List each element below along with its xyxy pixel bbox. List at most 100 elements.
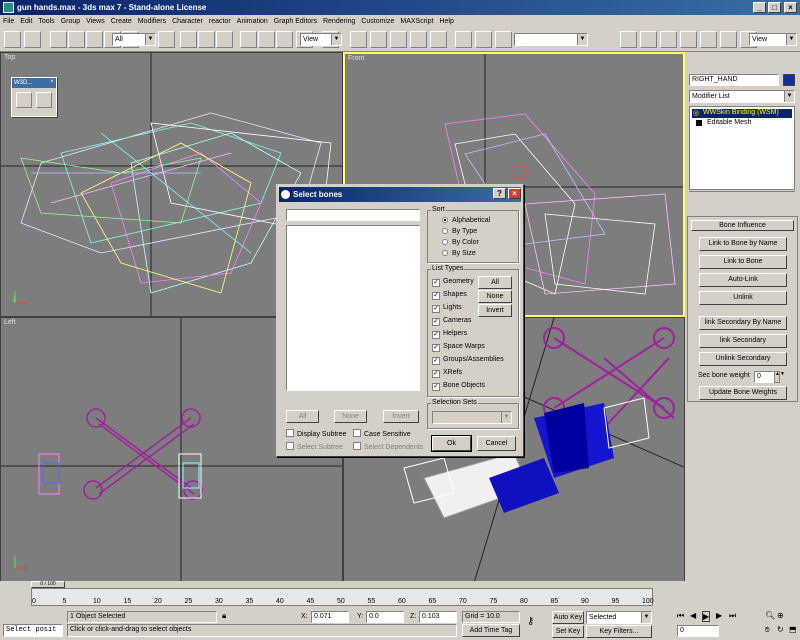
- maximize-button[interactable]: □: [768, 2, 781, 13]
- zoom-all-icon[interactable]: ⊕: [777, 611, 784, 620]
- toolbar-tool-icon[interactable]: [475, 31, 492, 48]
- menu-graph-editors[interactable]: Graph Editors: [271, 15, 320, 28]
- toolbar-tool-icon[interactable]: [680, 31, 697, 48]
- z-coordinate-field[interactable]: 0.103: [419, 611, 457, 623]
- arc-rotate-icon[interactable]: ↻: [777, 625, 784, 634]
- pan-icon[interactable]: ✋︎: [765, 625, 770, 635]
- unlink-button[interactable]: Unlink: [699, 291, 787, 305]
- toolbar-tool-icon[interactable]: [24, 31, 41, 48]
- list-none-button[interactable]: None: [334, 410, 367, 423]
- case-sensitive-checkbox[interactable]: Case Sensitive: [353, 429, 411, 438]
- types-none-button[interactable]: None: [478, 290, 512, 303]
- type-xrefs-checkbox[interactable]: ✓ XRefs: [432, 369, 462, 378]
- types-invert-button[interactable]: Invert: [478, 304, 512, 317]
- toolbar-tool-icon[interactable]: [455, 31, 472, 48]
- toolbar-tool-icon[interactable]: [86, 31, 103, 48]
- viewport-mode-dropdown[interactable]: View ▼: [749, 33, 797, 46]
- update-bone-weights-button[interactable]: Update Bone Weights: [699, 386, 787, 400]
- toolbar-tool-icon[interactable]: [216, 31, 233, 48]
- menu-maxscript[interactable]: MAXScript: [397, 15, 436, 28]
- y-coordinate-field[interactable]: 0.0: [366, 611, 404, 623]
- menu-animation[interactable]: Animation: [234, 15, 271, 28]
- modifier-stack[interactable]: ◎ WWSkin Binding (WSM) Editable Mesh: [689, 106, 795, 190]
- toolbar-tool-icon[interactable]: [660, 31, 677, 48]
- toolbar-tool-icon[interactable]: [50, 31, 67, 48]
- minilistener-icon[interactable]: [4, 589, 20, 605]
- menu-group[interactable]: Group: [58, 15, 83, 28]
- toolbar-tool-icon[interactable]: [700, 31, 717, 48]
- toolbar-tool-icon[interactable]: [390, 31, 407, 48]
- set-key-button[interactable]: Set Key: [552, 625, 584, 638]
- type-bone-objects-checkbox[interactable]: ✓ Bone Objects: [432, 382, 485, 391]
- object-color-swatch[interactable]: [783, 74, 795, 86]
- menu-customize[interactable]: Customize: [358, 15, 397, 28]
- toolbar-tool-icon[interactable]: [640, 31, 657, 48]
- stack-item-editable-mesh[interactable]: Editable Mesh: [707, 119, 751, 126]
- sort-by-type-radio[interactable]: By Type: [442, 228, 477, 235]
- link-to-bone-button[interactable]: Link to Bone: [699, 255, 787, 269]
- x-coordinate-field[interactable]: 0.071: [311, 611, 349, 623]
- link-secondary-button[interactable]: link Secondary: [699, 334, 787, 348]
- sec-bone-weight-field[interactable]: 0: [754, 371, 774, 383]
- unlink-secondary-button[interactable]: Unlink Secondary: [699, 352, 787, 366]
- sort-by-size-radio[interactable]: By Size: [442, 250, 476, 257]
- selection-filter-dropdown[interactable]: All ▼: [112, 33, 156, 46]
- time-slider-track[interactable]: 0 / 100: [0, 581, 685, 588]
- link-to-bone-by-name-button[interactable]: Link to Bone by Name: [699, 237, 787, 251]
- w3d-tool-icon[interactable]: [16, 92, 32, 108]
- auto-link-button[interactable]: Auto-Link: [699, 273, 787, 287]
- goto-start-icon[interactable]: ⏮: [677, 611, 684, 621]
- reference-coordinate-dropdown[interactable]: View ▼: [300, 33, 342, 46]
- object-name-field[interactable]: RIGHT_HAND: [689, 74, 779, 86]
- toolbar-tool-icon[interactable]: [4, 31, 21, 48]
- key-mode-dropdown[interactable]: Selected ▼: [586, 611, 652, 624]
- maximize-viewport-icon[interactable]: ⬒: [789, 625, 797, 634]
- type-lights-checkbox[interactable]: ✓ Lights: [432, 304, 462, 313]
- dialog-close-button[interactable]: ×: [508, 188, 521, 199]
- menu-tools[interactable]: Tools: [35, 15, 57, 28]
- sort-alphabetical-radio[interactable]: Alphabetical: [442, 217, 490, 224]
- menu-file[interactable]: File: [0, 15, 17, 28]
- maxscript-listener-field[interactable]: Select posit: [3, 624, 63, 637]
- list-invert-button[interactable]: Invert: [383, 410, 419, 423]
- display-subtree-checkbox[interactable]: Display Subtree: [286, 429, 346, 438]
- auto-key-button[interactable]: Auto Key: [552, 611, 584, 624]
- menu-character[interactable]: Character: [169, 15, 206, 28]
- toolbar-tool-icon[interactable]: [258, 31, 275, 48]
- menu-views[interactable]: Views: [83, 15, 108, 28]
- type-helpers-checkbox[interactable]: ✓ Helpers: [432, 330, 467, 339]
- bone-search-input[interactable]: [286, 209, 420, 221]
- toolbar-tool-icon[interactable]: [370, 31, 387, 48]
- toolbar-tool-icon[interactable]: [180, 31, 197, 48]
- toolbar-tool-icon[interactable]: [430, 31, 447, 48]
- menu-create[interactable]: Create: [108, 15, 135, 28]
- sort-by-color-radio[interactable]: By Color: [442, 239, 479, 246]
- next-frame-icon[interactable]: ▶: [716, 611, 722, 620]
- type-space-warps-checkbox[interactable]: ✓ Space Warps: [432, 343, 485, 352]
- type-geometry-checkbox[interactable]: ✓ Geometry: [432, 278, 474, 287]
- menu-reactor[interactable]: reactor: [206, 15, 234, 28]
- select-dependents-checkbox[interactable]: Select Dependents: [353, 442, 423, 451]
- toolbar-tool-icon[interactable]: [158, 31, 175, 48]
- selection-sets-dropdown[interactable]: ▼: [432, 411, 512, 424]
- minimize-button[interactable]: _: [753, 2, 766, 13]
- add-time-tag-button[interactable]: Add Time Tag: [462, 624, 520, 637]
- menu-edit[interactable]: Edit: [17, 15, 35, 28]
- type-cameras-checkbox[interactable]: ✓ Cameras: [432, 317, 471, 326]
- menu-rendering[interactable]: Rendering: [320, 15, 358, 28]
- cancel-button[interactable]: Cancel: [477, 436, 516, 451]
- close-button[interactable]: ×: [784, 2, 797, 13]
- current-frame-field[interactable]: 0: [677, 625, 719, 637]
- prev-frame-icon[interactable]: ◀: [690, 611, 696, 620]
- bone-list[interactable]: [286, 225, 420, 391]
- select-subtree-checkbox[interactable]: Select Subtree: [286, 442, 343, 451]
- menu-help[interactable]: Help: [436, 15, 456, 28]
- ok-button[interactable]: Ok: [431, 435, 472, 452]
- stack-item-wwskin[interactable]: WWSkin Binding (WSM): [703, 109, 779, 116]
- toolbar-tool-icon[interactable]: [276, 31, 293, 48]
- toolbar-tool-icon[interactable]: [495, 31, 512, 48]
- toolbar-tool-icon[interactable]: [350, 31, 367, 48]
- toolbar-tool-icon[interactable]: [198, 31, 215, 48]
- time-slider-thumb[interactable]: 0 / 100: [31, 581, 65, 588]
- toolbar-tool-icon[interactable]: [620, 31, 637, 48]
